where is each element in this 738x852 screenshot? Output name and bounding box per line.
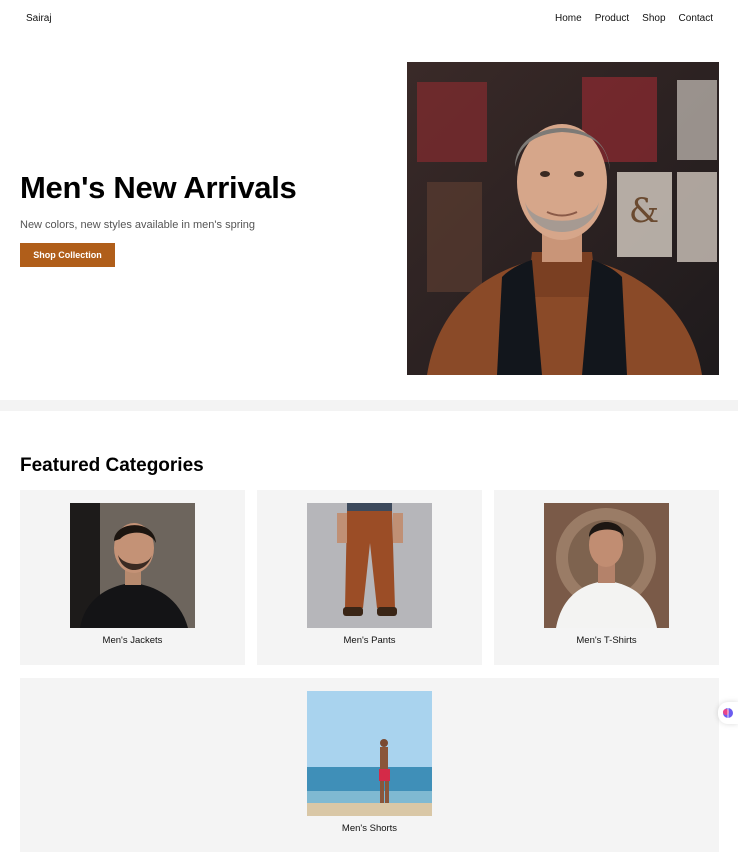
- nav-menu: Home Product Shop Contact: [555, 13, 713, 24]
- nav-item-product[interactable]: Product: [595, 13, 629, 24]
- category-image-jackets: [70, 503, 195, 628]
- svg-text:&: &: [629, 191, 659, 231]
- nav-item-contact[interactable]: Contact: [679, 13, 713, 24]
- hero-subtitle: New colors, new styles available in men'…: [20, 219, 256, 231]
- category-image-shorts: [307, 691, 432, 816]
- nav-item-shop[interactable]: Shop: [642, 13, 665, 24]
- top-navbar: Sairaj Home Product Shop Contact: [0, 0, 738, 38]
- featured-categories-title: Featured Categories: [20, 455, 204, 476]
- nav-item-home[interactable]: Home: [555, 13, 582, 24]
- category-label-pants: Men's Pants: [343, 635, 396, 646]
- hero-image: &: [407, 62, 719, 375]
- category-card-tshirts[interactable]: Men's T-Shirts: [494, 490, 719, 665]
- category-image-pants: [307, 503, 432, 628]
- category-card-pants[interactable]: Men's Pants: [257, 490, 482, 665]
- category-image-tshirts: [544, 503, 669, 628]
- brand-logo[interactable]: Sairaj: [26, 13, 52, 24]
- floating-assistant-widget[interactable]: [718, 702, 738, 724]
- section-divider: [0, 400, 738, 411]
- category-label-jackets: Men's Jackets: [102, 635, 163, 646]
- hero-title: Men's New Arrivals: [20, 170, 297, 205]
- category-label-shorts: Men's Shorts: [341, 823, 398, 834]
- shop-collection-button[interactable]: Shop Collection: [20, 243, 115, 267]
- category-label-tshirts: Men's T-Shirts: [576, 635, 637, 646]
- category-card-shorts[interactable]: Men's Shorts: [20, 678, 719, 852]
- category-card-jackets[interactable]: Men's Jackets: [20, 490, 245, 665]
- hero-section: Men's New Arrivals New colors, new style…: [0, 38, 738, 400]
- brain-icon: [723, 708, 733, 718]
